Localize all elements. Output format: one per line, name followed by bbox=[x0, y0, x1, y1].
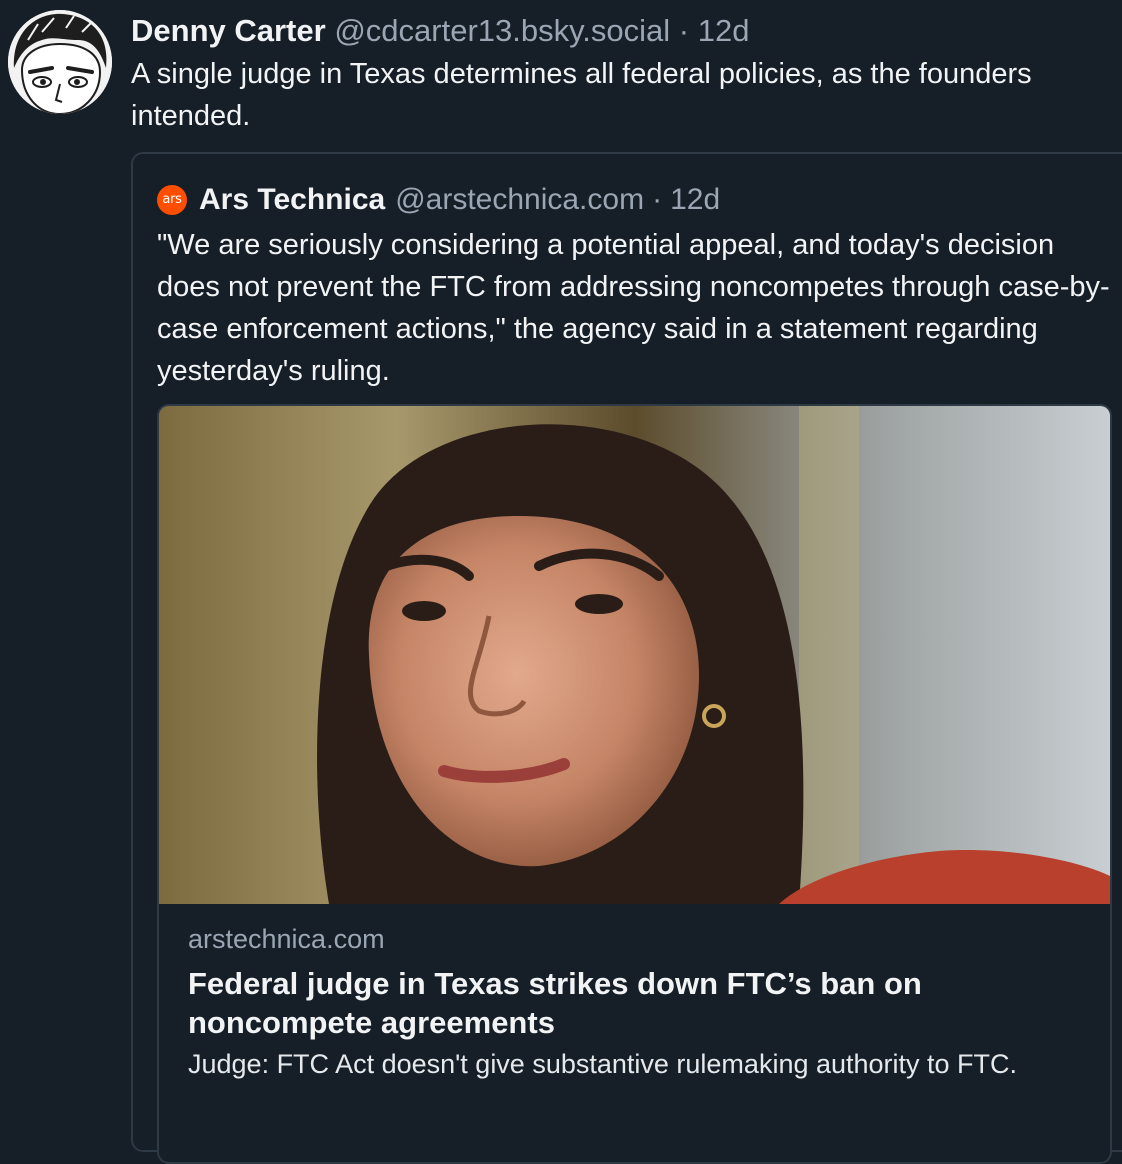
post[interactable]: Denny Carter @cdcarter13.bsky.social · 1… bbox=[0, 0, 1122, 1164]
link-card-title[interactable]: Federal judge in Texas strikes down FTC’… bbox=[188, 964, 1088, 1042]
post-body: Denny Carter @cdcarter13.bsky.social · 1… bbox=[131, 6, 1122, 137]
author-avatar[interactable] bbox=[8, 10, 112, 114]
portrait-photo-illustration bbox=[159, 406, 1110, 904]
link-card-thumbnail bbox=[159, 406, 1110, 904]
post-timestamp[interactable]: 12d bbox=[698, 13, 750, 48]
link-card-domain: arstechnica.com bbox=[188, 924, 385, 954]
post-text: A single judge in Texas determines all f… bbox=[131, 58, 1032, 132]
separator-dot: · bbox=[652, 183, 663, 216]
quoted-post-header: ars Ars Technica @arstechnica.com · 12d bbox=[157, 176, 720, 224]
quoted-author-display-name[interactable]: Ars Technica bbox=[199, 176, 385, 224]
author-handle[interactable]: @cdcarter13.bsky.social bbox=[334, 13, 670, 48]
separator-dot: · bbox=[678, 13, 690, 48]
quoted-author-handle[interactable]: @arstechnica.com bbox=[395, 176, 644, 224]
quoted-post-text: "We are seriously considering a potentia… bbox=[157, 229, 1110, 387]
post-header: Denny Carter @cdcarter13.bsky.social · 1… bbox=[131, 6, 1122, 56]
link-card-description: Judge: FTC Act doesn't give substantive … bbox=[188, 1049, 1018, 1079]
quoted-post[interactable]: ars Ars Technica @arstechnica.com · 12d … bbox=[131, 152, 1122, 1164]
ars-technica-avatar-icon[interactable]: ars bbox=[157, 185, 187, 215]
link-card[interactable]: arstechnica.com Federal judge in Texas s… bbox=[157, 404, 1112, 1164]
quoted-post-timestamp[interactable]: 12d bbox=[670, 176, 720, 224]
author-display-name[interactable]: Denny Carter bbox=[131, 13, 326, 48]
avatar-portrait-illustration bbox=[8, 10, 112, 114]
